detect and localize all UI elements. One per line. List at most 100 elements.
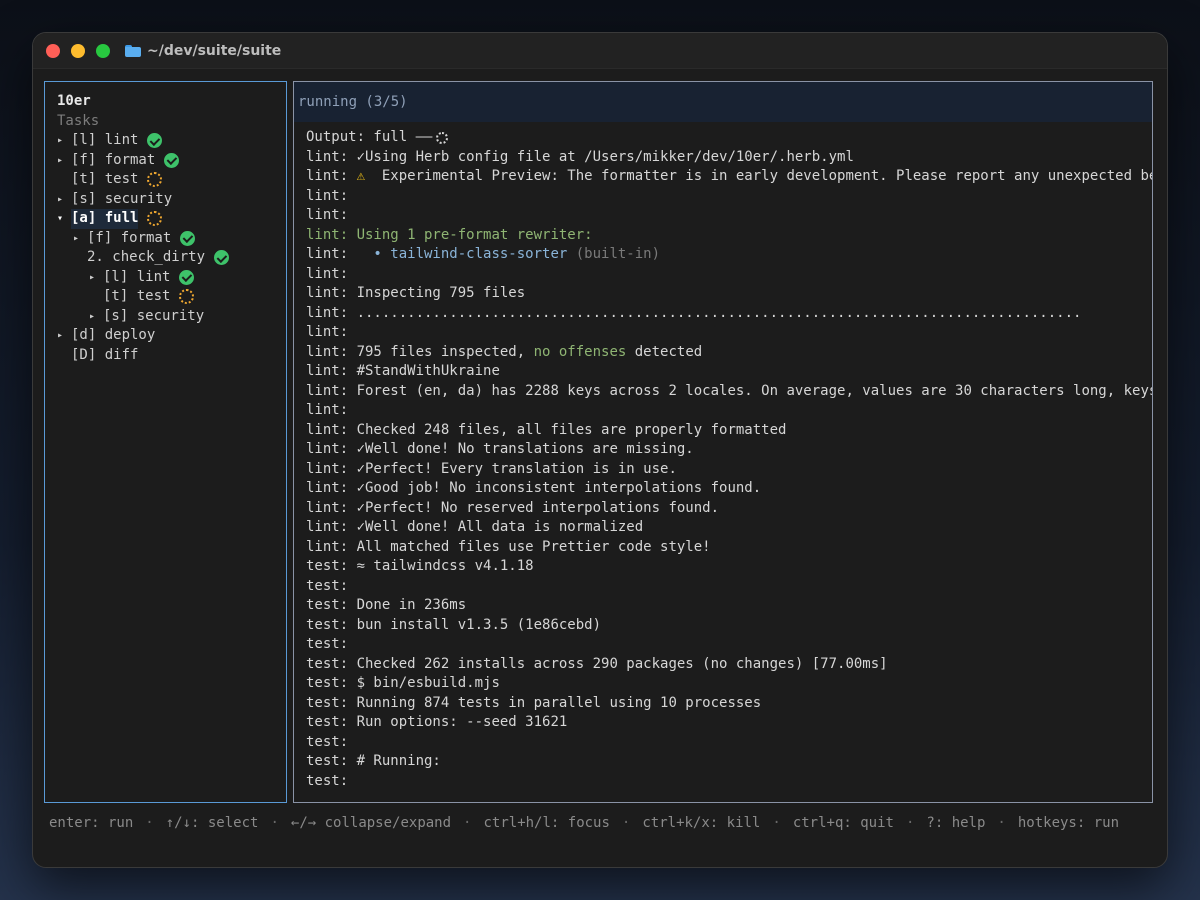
task-item[interactable]: ▸ [f] format xyxy=(57,229,286,249)
log-text: Running 874 tests in parallel using 10 p… xyxy=(356,694,762,711)
minimize-button[interactable] xyxy=(71,43,85,58)
task-item[interactable]: ▸ [s] security xyxy=(57,190,286,210)
log-prefix: lint: xyxy=(306,460,357,477)
task-item-label: [t] test xyxy=(71,171,139,187)
task-item[interactable]: ▸ [d] deploy xyxy=(57,326,286,346)
log-text: ✓Well done! No translations are missing. xyxy=(356,441,694,457)
hint-separator: · xyxy=(270,815,279,831)
keybinding-hint: ←/→ collapse/expand xyxy=(290,815,452,831)
log-line: lint: xyxy=(306,401,1152,421)
log-prefix: test: xyxy=(306,597,357,613)
run-status-text: running (3/5) xyxy=(298,94,408,110)
log-text: Forest (en, da) has 2288 keys across 2 l… xyxy=(356,382,1152,399)
log-prefix: test: xyxy=(306,655,357,672)
collapsed-arrow-icon[interactable]: ▸ xyxy=(57,326,71,346)
log-prefix: test: xyxy=(306,733,349,750)
task-item[interactable]: ▸ [f] format xyxy=(57,151,286,171)
log-prefix: lint: xyxy=(306,246,357,262)
log-line: lint: Forest (en, da) has 2288 keys acro… xyxy=(306,382,1152,402)
log-text: All matched files use Prettier code styl… xyxy=(356,538,711,555)
log-text: ✓Using Herb config file at /Users/mikker… xyxy=(356,148,854,165)
hint-separator: · xyxy=(463,815,472,831)
log-line: lint: xyxy=(306,187,1152,207)
task-item[interactable]: [t] test xyxy=(57,287,286,307)
log-prefix: lint: xyxy=(306,382,357,399)
close-button[interactable] xyxy=(46,43,60,58)
log-prefix: test: xyxy=(306,675,357,691)
log-text: Checked 262 installs across 290 packages… xyxy=(356,655,888,672)
collapsed-arrow-icon[interactable]: ▸ xyxy=(57,131,71,151)
keybinding-hint: ?: help xyxy=(926,815,986,831)
log-text: Experimental Preview: The formatter is i… xyxy=(365,168,1152,184)
window-title: ~/dev/suite/suite xyxy=(147,42,282,59)
log-line: lint: Using 1 pre-format rewriter: xyxy=(306,226,1152,246)
collapsed-arrow-icon[interactable]: ▸ xyxy=(73,229,87,249)
tasks-section-label: Tasks xyxy=(57,112,100,129)
loading-spinner-icon xyxy=(436,131,449,144)
log-line: lint: ✓Perfect! No reserved interpolatio… xyxy=(306,499,1152,519)
output-panel[interactable]: running (3/5) Output: full —— lint: ✓Usi… xyxy=(293,81,1153,803)
log-line: test: xyxy=(306,635,1152,655)
task-item-label: [l] lint xyxy=(71,132,139,148)
keybinding-hint: enter: run xyxy=(49,815,134,831)
log-prefix: test: xyxy=(306,772,349,789)
task-item[interactable]: ▸ [s] security xyxy=(57,307,286,327)
terminal-window: ~/dev/suite/suite 10er Tasks ▸ [l] lint ▸[… xyxy=(32,32,1168,868)
collapsed-arrow-icon[interactable]: ▸ xyxy=(57,190,71,210)
log-prefix: lint: xyxy=(306,168,357,184)
log-text-suffix: detected xyxy=(626,343,703,360)
task-item[interactable]: [t] test xyxy=(57,170,286,190)
task-item-label: 2. check_dirty xyxy=(87,249,206,265)
task-tree: ▸ [l] lint ▸ [f] format [t] test ▸ [s] securit… xyxy=(57,131,286,365)
log-line: lint: Checked 248 files, all files are p… xyxy=(306,421,1152,441)
check-circle-icon xyxy=(179,269,195,285)
hint-separator: · xyxy=(772,815,781,831)
log-text: ✓Perfect! Every translation is in use. xyxy=(356,460,677,477)
task-item[interactable]: ▾ [a] full xyxy=(57,209,286,229)
log-text: ✓Well done! All data is normalized xyxy=(356,519,644,535)
collapsed-arrow-icon[interactable]: ▸ xyxy=(57,151,71,171)
log-line: lint: ✓Well done! No translations are mi… xyxy=(306,440,1152,460)
task-item[interactable]: ▸ [l] lint xyxy=(57,131,286,151)
log-prefix: lint: xyxy=(306,538,357,555)
task-item[interactable]: ▸ [l] lint xyxy=(57,268,286,288)
hint-separator: · xyxy=(905,815,915,831)
log-prefix: test: xyxy=(306,636,349,652)
log-text: Checked 248 files, all files are properl… xyxy=(356,421,787,438)
log-line: lint: xyxy=(306,323,1152,343)
task-item[interactable]: 2. check_dirty xyxy=(57,248,286,268)
log-line: test: # Running: xyxy=(306,752,1152,772)
log-line: lint: ⚠ Experimental Preview: The format… xyxy=(306,167,1152,187)
collapsed-arrow-icon[interactable]: ▸ xyxy=(89,307,103,327)
log-line: lint: • tailwind-class-sorter (built-in) xyxy=(306,245,1152,265)
keybinding-help-bar: enter: run · ↑/↓: select · ←/→ collapse/expa… xyxy=(49,813,1119,833)
log-text: Done in 236ms xyxy=(356,597,467,613)
log-line: lint: ✓Well done! All data is normalized xyxy=(306,518,1152,538)
zoom-button[interactable] xyxy=(96,43,110,58)
task-item-label: [f] format xyxy=(87,229,172,246)
log-prefix: lint: xyxy=(306,402,349,418)
expanded-arrow-icon[interactable]: ▾ xyxy=(57,209,71,229)
task-item-label: [t] test xyxy=(103,288,171,304)
check-circle-icon xyxy=(164,152,180,168)
keybinding-hint: hotkeys: run xyxy=(1017,815,1120,831)
run-status: running (3/5) xyxy=(294,82,1152,122)
title-bar: ~/dev/suite/suite xyxy=(33,33,1167,69)
log-line: lint: xyxy=(306,206,1152,226)
task-sidebar[interactable]: 10er Tasks ▸ [l] lint ▸ [f] format [t] test ▸… xyxy=(44,81,287,803)
keybinding-hint: ctrl+k/x: kill xyxy=(642,815,761,831)
task-item[interactable]: [D] diff xyxy=(57,346,286,366)
log-line: lint: ✓Using Herb config file at /Users/… xyxy=(306,148,1152,168)
log-line: lint: 795 files inspected, no offenses d… xyxy=(306,343,1152,363)
log-line: lint: xyxy=(306,265,1152,285)
log-text: $ bin/esbuild.mjs xyxy=(356,675,500,691)
log-prefix: lint: xyxy=(306,519,357,535)
log-text: Inspecting 795 files xyxy=(356,285,526,301)
log-line: test: Done in 236ms xyxy=(306,596,1152,616)
log-prefix: lint: xyxy=(306,324,349,340)
hint-separator: · xyxy=(997,815,1006,831)
spinner-icon xyxy=(147,172,163,188)
log-prefix: test: xyxy=(306,753,357,769)
log-prefix: test: xyxy=(306,558,357,574)
collapsed-arrow-icon[interactable]: ▸ xyxy=(89,268,103,288)
